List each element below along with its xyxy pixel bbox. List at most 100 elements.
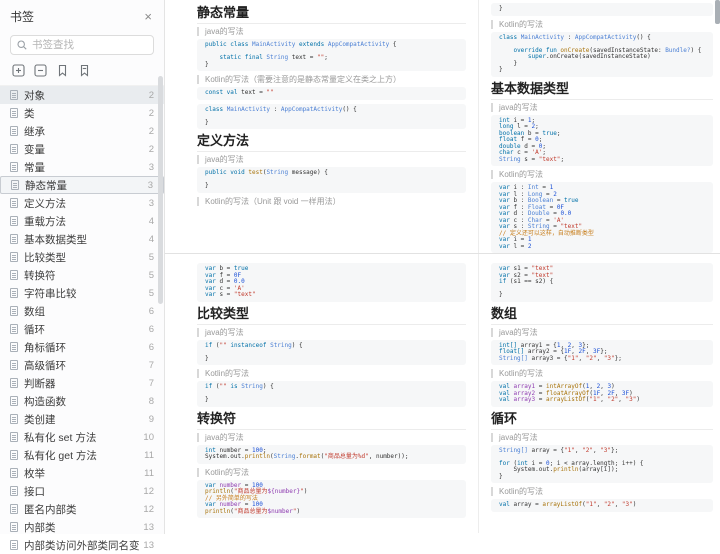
bookmark-label: 私有化 get 方法 [24, 449, 97, 462]
bookmark-page-icon [10, 450, 18, 460]
section-heading: 静态常量 [197, 5, 466, 24]
sidebar-scrollbar[interactable] [158, 76, 163, 304]
bookmark-page-icon [11, 180, 19, 190]
bookmark-item[interactable]: 字符串比较 5 [0, 284, 164, 302]
bookmark-item[interactable]: 类创建 9 [0, 410, 164, 428]
bookmark-page-icon [10, 162, 18, 172]
code-caption: java的写法 [491, 432, 713, 442]
bookmark-search-input[interactable] [32, 39, 147, 51]
add-bookmark-icon[interactable] [54, 62, 70, 78]
bookmark-page-icon [10, 216, 18, 226]
bookmark-item[interactable]: 转换符 5 [0, 266, 164, 284]
bookmark-label: 定义方法 [24, 197, 66, 210]
code-caption: java的写法 [491, 102, 713, 112]
bookmark-page-icon [10, 378, 18, 388]
bookmarks-toolbar [0, 55, 164, 83]
bookmark-item[interactable]: 静态常量 3 [0, 176, 164, 194]
main-scrollbar[interactable] [715, 0, 720, 24]
bookmark-page-number: 7 [148, 377, 154, 389]
bookmark-page-number: 3 [147, 179, 153, 191]
bookmark-page-icon [10, 126, 18, 136]
code-block: public void test(String message) { } [197, 167, 466, 193]
bookmark-item[interactable]: 继承 2 [0, 122, 164, 140]
bookmark-page-number: 11 [144, 449, 154, 461]
bookmark-item[interactable]: 构造函数 8 [0, 392, 164, 410]
bookmark-item[interactable]: 接口 12 [0, 482, 164, 500]
bookmark-page-number: 11 [144, 467, 154, 479]
bookmark-item[interactable]: 对象 2 [0, 86, 164, 104]
bookmark-page-number: 12 [143, 503, 154, 515]
code-block: } [491, 3, 713, 16]
bookmark-item[interactable]: 变量 2 [0, 140, 164, 158]
bookmark-page-number: 6 [148, 305, 154, 317]
document-view[interactable]: 静态常量 java的写法 public class MainActivity ext… [165, 0, 720, 534]
delete-bookmark-icon[interactable] [76, 62, 92, 78]
bookmark-item[interactable]: 重载方法 4 [0, 212, 164, 230]
close-icon[interactable]: × [144, 10, 152, 23]
bookmark-label: 枚举 [24, 467, 45, 480]
bookmark-page-icon [10, 396, 18, 406]
code-caption: Kotlin的写法 [197, 369, 466, 378]
bookmark-item[interactable]: 匿名内部类 12 [0, 500, 164, 518]
bookmark-item[interactable]: 比较类型 5 [0, 248, 164, 266]
code-block: if ("" is String) { } [197, 381, 466, 407]
bookmark-label: 比较类型 [24, 251, 66, 264]
bookmark-page-number: 3 [148, 161, 154, 173]
code-block: val array = arrayListOf("1", "2", "3") [491, 499, 713, 512]
bookmark-page-number: 13 [143, 521, 154, 533]
code-block: class MainActivity : AppCompatActivity()… [197, 103, 466, 129]
bookmark-page-icon [10, 486, 18, 496]
bookmark-item[interactable]: 高级循环 7 [0, 356, 164, 374]
bookmark-page-number: 2 [148, 143, 154, 155]
bookmark-page-icon [10, 108, 18, 118]
bookmark-search-box[interactable] [10, 35, 154, 55]
bookmark-page-icon [10, 252, 18, 262]
bookmark-item[interactable]: 角标循环 6 [0, 338, 164, 356]
bookmark-page-number: 5 [148, 287, 154, 299]
bookmark-item[interactable]: 判断器 7 [0, 374, 164, 392]
bookmark-label: 判断器 [24, 377, 56, 390]
section-heading: 循环 [491, 411, 713, 430]
bookmark-page-icon [10, 324, 18, 334]
bookmark-page-number: 7 [148, 359, 154, 371]
bookmark-label: 角标循环 [24, 341, 66, 354]
bookmark-page-icon [10, 414, 18, 424]
bookmark-label: 循环 [24, 323, 45, 336]
document-page: var s1 = "text" var s2 = "text" if (s1 == … [478, 254, 720, 533]
bookmark-list: 对象 2 类 2 继承 2 变量 2 常量 3 静态常量 3 定义方法 3 重载… [0, 85, 164, 554]
bookmark-page-number: 2 [148, 89, 154, 101]
expand-all-icon[interactable] [10, 62, 26, 78]
bookmark-item[interactable]: 常量 3 [0, 158, 164, 176]
bookmark-item[interactable]: 类 2 [0, 104, 164, 122]
bookmark-label: 高级循环 [24, 359, 66, 372]
code-block: var b = true var f = 0F var d = 0.0 var c =… [197, 263, 466, 302]
bookmark-item[interactable]: 枚举 11 [0, 464, 164, 482]
bookmark-item[interactable]: 循环 6 [0, 320, 164, 338]
bookmark-item[interactable]: 内部类 13 [0, 518, 164, 536]
code-block: String[] array = {"1", "2", "3"}; for (i… [491, 444, 713, 483]
collapse-all-icon[interactable] [32, 62, 48, 78]
bookmark-label: 内部类访问外部类同名变量 [24, 539, 140, 552]
bookmark-item[interactable]: 定义方法 3 [0, 194, 164, 212]
bookmark-item[interactable]: 私有化 set 方法 10 [0, 428, 164, 446]
bookmark-page-number: 2 [148, 107, 154, 119]
bookmark-item[interactable]: 内部类访问外部类同名变量 13 [0, 536, 164, 554]
bookmark-item[interactable]: 基本数据类型 4 [0, 230, 164, 248]
bookmark-page-icon [10, 342, 18, 352]
code-caption: java的写法 [197, 432, 466, 442]
bookmarks-title: 书签 [10, 10, 35, 24]
bookmark-page-icon [10, 522, 18, 532]
code-caption: java的写法 [491, 327, 713, 337]
bookmarks-panel: 书签 × 对象 [0, 0, 165, 552]
bookmark-page-number: 8 [148, 395, 154, 407]
bookmark-item[interactable]: 数组 6 [0, 302, 164, 320]
code-caption: Kotlin的写法 [491, 170, 713, 179]
document-page: } Kotlin的写法 class MainActivity : AppCompat… [478, 0, 720, 253]
code-caption: java的写法 [197, 327, 466, 337]
bookmark-page-icon [10, 432, 18, 442]
bookmark-label: 字符串比较 [24, 287, 77, 300]
bookmark-label: 私有化 set 方法 [24, 431, 97, 444]
bookmark-item[interactable]: 私有化 get 方法 11 [0, 446, 164, 464]
section-heading: 基本数据类型 [491, 81, 713, 100]
bookmark-label: 内部类 [24, 521, 56, 534]
